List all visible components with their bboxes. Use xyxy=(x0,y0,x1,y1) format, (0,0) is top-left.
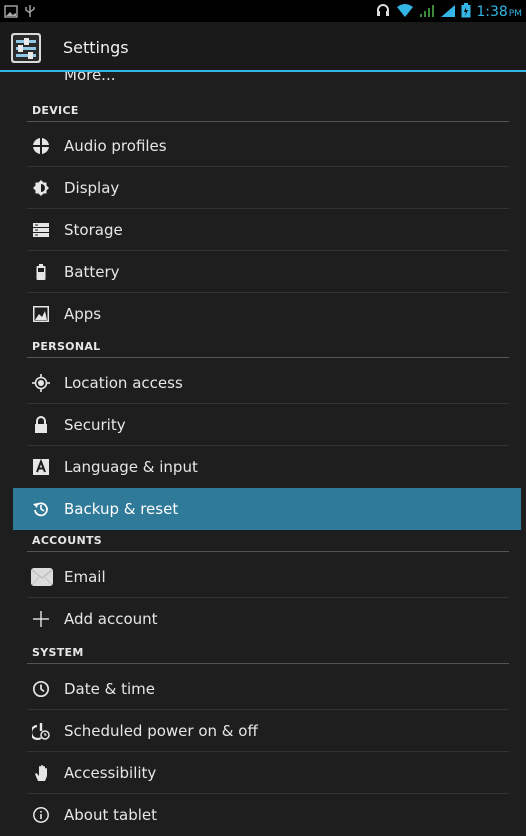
usb-icon xyxy=(24,3,36,22)
section-header-personal: PERSONAL xyxy=(0,336,526,358)
settings-item-about-tablet[interactable]: About tablet xyxy=(0,794,526,836)
settings-item-label: Battery xyxy=(64,263,120,281)
settings-item-email[interactable]: Email xyxy=(0,556,526,598)
settings-item-storage[interactable]: Storage xyxy=(0,209,526,251)
status-left xyxy=(4,3,36,22)
language-icon xyxy=(32,458,50,476)
settings-sliders-icon[interactable] xyxy=(10,32,42,64)
section-divider xyxy=(27,121,509,122)
battery-icon xyxy=(461,2,471,22)
settings-item-backup-reset[interactable]: Backup & reset xyxy=(13,488,521,530)
settings-item-label: Apps xyxy=(64,305,102,323)
clock-icon xyxy=(32,680,50,698)
storage-icon xyxy=(32,221,50,239)
settings-item-audio-profiles[interactable]: Audio profiles xyxy=(0,125,526,167)
settings-item-scheduled-power[interactable]: Scheduled power on & off xyxy=(0,710,526,752)
settings-item-label: Scheduled power on & off xyxy=(64,722,258,740)
power-schedule-icon xyxy=(32,722,50,740)
section-header-system: SYSTEM xyxy=(0,642,526,664)
hand-icon xyxy=(32,764,50,782)
settings-item-add-account[interactable]: Add account xyxy=(0,598,526,640)
settings-item-label: Email xyxy=(64,568,106,586)
settings-item-battery[interactable]: Battery xyxy=(0,251,526,293)
settings-item-label: Display xyxy=(64,179,120,197)
status-right: 1:38PM xyxy=(375,2,522,22)
wifi-icon xyxy=(396,3,414,22)
email-icon xyxy=(30,566,54,588)
settings-item-label: Language & input xyxy=(64,458,198,476)
section-header-label: DEVICE xyxy=(32,104,79,117)
section-header-label: PERSONAL xyxy=(32,340,101,353)
settings-item-label: Date & time xyxy=(64,680,155,698)
settings-item-apps[interactable]: Apps xyxy=(0,293,526,335)
settings-item-language-input[interactable]: Language & input xyxy=(0,446,526,488)
battery-icon xyxy=(32,263,50,281)
status-time-value: 1:38 xyxy=(476,4,508,20)
settings-item-date-time[interactable]: Date & time xyxy=(0,668,526,710)
status-bar: 1:38PM xyxy=(0,0,526,22)
settings-item-label: Accessibility xyxy=(64,764,157,782)
section-divider xyxy=(27,663,509,664)
apps-icon xyxy=(32,305,50,323)
section-divider xyxy=(27,357,509,358)
lock-icon xyxy=(32,416,50,434)
section-divider xyxy=(27,551,509,552)
headset-icon xyxy=(375,2,391,22)
location-icon xyxy=(32,374,50,392)
settings-item-label: Backup & reset xyxy=(64,500,179,518)
settings-item-label: Security xyxy=(64,416,126,434)
settings-item-label: Storage xyxy=(64,221,123,239)
section-header-label: SYSTEM xyxy=(32,646,84,659)
settings-item-display[interactable]: Display xyxy=(0,167,526,209)
info-icon xyxy=(32,806,50,824)
settings-item-label: Add account xyxy=(64,610,158,628)
action-bar: Settings xyxy=(0,22,526,72)
settings-item-label: Audio profiles xyxy=(64,137,167,155)
page-title: Settings xyxy=(63,38,129,57)
settings-item-location-access[interactable]: Location access xyxy=(0,362,526,404)
audio-profiles-icon xyxy=(32,137,50,155)
status-ampm: PM xyxy=(508,9,522,19)
section-header-device: DEVICE xyxy=(0,100,526,122)
plus-icon xyxy=(32,610,50,628)
image-icon xyxy=(4,3,18,22)
settings-item-security[interactable]: Security xyxy=(0,404,526,446)
signal-icon xyxy=(419,3,435,22)
status-time: 1:38PM xyxy=(476,4,522,20)
section-header-label: ACCOUNTS xyxy=(32,534,102,547)
display-icon xyxy=(32,179,50,197)
settings-item-accessibility[interactable]: Accessibility xyxy=(0,752,526,794)
section-header-accounts: ACCOUNTS xyxy=(0,530,526,552)
more-item[interactable]: More... xyxy=(64,72,116,84)
settings-item-label: Location access xyxy=(64,374,183,392)
settings-item-label: About tablet xyxy=(64,806,157,824)
backup-icon xyxy=(32,500,50,518)
settings-list[interactable]: More... DEVICE Audio profiles Display St… xyxy=(0,72,526,836)
signal-icon xyxy=(440,3,456,22)
